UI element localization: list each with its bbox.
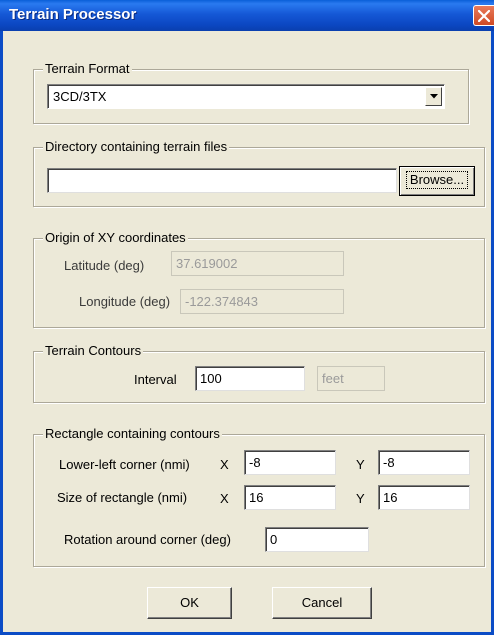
- chevron-down-icon: [430, 94, 438, 99]
- terrain-format-select[interactable]: 3CD/3TX: [47, 84, 445, 109]
- size-y-label: Y: [356, 491, 365, 506]
- latitude-input[interactable]: 37.619002: [171, 251, 344, 276]
- lower-left-y-input[interactable]: -8: [378, 450, 470, 475]
- terrain-format-dropdown-button[interactable]: [425, 87, 442, 106]
- interval-input[interactable]: 100: [195, 366, 305, 391]
- rotation-label: Rotation around corner (deg): [64, 532, 231, 547]
- ok-button[interactable]: OK: [147, 587, 232, 619]
- rectangle-legend: Rectangle containing contours: [43, 426, 222, 442]
- size-y-input[interactable]: 16: [378, 485, 470, 510]
- lower-left-x-input[interactable]: -8: [244, 450, 336, 475]
- window-title: Terrain Processor: [9, 6, 137, 23]
- directory-legend: Directory containing terrain files: [43, 139, 230, 155]
- interval-units-field: feet: [317, 366, 385, 391]
- lower-left-label: Lower-left corner (nmi): [59, 457, 190, 472]
- longitude-label: Longitude (deg): [79, 294, 171, 309]
- window-frame-left: [0, 31, 3, 635]
- browse-button[interactable]: Browse...: [399, 166, 475, 196]
- terrain-format-selected: 3CD/3TX: [53, 89, 107, 104]
- origin-legend: Origin of XY coordinates: [43, 230, 188, 246]
- size-label: Size of rectangle (nmi): [57, 490, 188, 505]
- close-icon: [478, 10, 490, 22]
- terrain-format-legend: Terrain Format: [43, 61, 132, 77]
- title-bar[interactable]: Terrain Processor: [0, 0, 494, 31]
- browse-button-label: Browse...: [405, 171, 469, 189]
- terrain-contours-legend: Terrain Contours: [43, 343, 144, 359]
- size-x-input[interactable]: 16: [244, 485, 336, 510]
- close-button[interactable]: [473, 5, 494, 26]
- directory-path-input[interactable]: [47, 168, 397, 193]
- lower-left-y-label: Y: [356, 457, 365, 472]
- latitude-label: Latitude (deg): [64, 258, 145, 273]
- interval-label: Interval: [134, 372, 177, 387]
- longitude-input[interactable]: -122.374843: [180, 289, 344, 314]
- cancel-button[interactable]: Cancel: [272, 587, 372, 619]
- size-x-label: X: [220, 491, 229, 506]
- lower-left-x-label: X: [220, 457, 229, 472]
- rotation-input[interactable]: 0: [265, 527, 369, 552]
